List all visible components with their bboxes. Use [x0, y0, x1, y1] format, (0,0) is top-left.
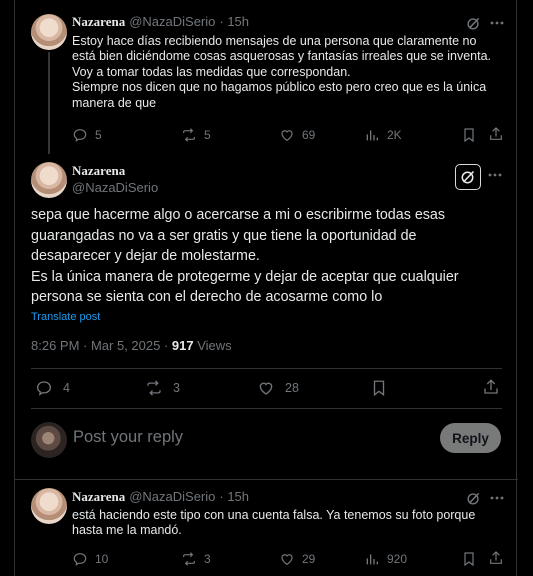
post-text-line: está haciendo este tipo con una cuenta f… — [72, 508, 476, 522]
post-text-line: hasta me la mandó. — [72, 523, 182, 538]
views-number: 917 — [171, 338, 194, 353]
post-text: está haciendo este tipo con una cuenta f… — [72, 508, 512, 539]
repost-count: 3 — [204, 552, 211, 566]
share-icon[interactable] — [488, 126, 504, 142]
repost-icon — [147, 380, 161, 396]
post-text-line: Voy a tomar todas las medidas que corres… — [72, 64, 351, 79]
translate-link[interactable]: Translate post — [31, 311, 100, 323]
views-action[interactable]: 920 — [364, 551, 407, 567]
timestamp-text[interactable]: 8:26 PM · Mar 5, 2025 · — [31, 338, 172, 353]
post-text-line: Estoy hace días recibiendo mensajes de u… — [72, 34, 477, 48]
post-text-line: Es la única manera de protegerme y dejar… — [31, 268, 459, 285]
like-count: 28 — [285, 381, 299, 395]
post-text-line: está bien diciéndome cosas asquerosas y … — [72, 49, 491, 64]
grok-icon[interactable] — [465, 490, 481, 506]
post-text: sepa que hacerme algo o acercarse a mi o… — [31, 205, 511, 308]
reply-icon — [73, 553, 87, 566]
reply-count: 4 — [63, 381, 70, 395]
author-name[interactable]: Nazarena — [72, 489, 125, 505]
reply-icon — [73, 129, 87, 142]
more-icon[interactable] — [487, 167, 503, 183]
author-handle[interactable]: @NazaDiSerio — [72, 180, 158, 195]
post-text-line: desaparecer y dejar de molestarme. — [31, 248, 260, 264]
bookmark-icon[interactable] — [370, 379, 388, 397]
views-icon — [366, 130, 378, 141]
views-icon — [366, 554, 378, 565]
views-count: 920 — [387, 552, 408, 566]
views-label: Views — [193, 338, 232, 353]
author-handle[interactable]: @NazaDiSerio — [129, 489, 215, 504]
repost-count: 5 — [204, 128, 211, 142]
reply-action[interactable]: 4 — [35, 379, 70, 397]
timeline: Nazarena @NazaDiSerio · 15h Estoy hace d… — [14, 0, 518, 576]
post-text-line: sepa que hacerme algo o acercarse a mi o… — [31, 207, 446, 223]
author-handle[interactable]: @NazaDiSerio — [129, 14, 215, 29]
like-action[interactable]: 29 — [279, 551, 315, 567]
like-count: 29 — [302, 552, 316, 566]
views-count: 2K — [387, 128, 402, 142]
reply-input[interactable]: Post your reply — [73, 428, 183, 447]
post-text-line: guarangadas no va a ser gratis y que tie… — [31, 227, 417, 244]
repost-count: 3 — [173, 381, 180, 395]
repost-action[interactable]: 3 — [145, 379, 180, 397]
more-icon[interactable] — [489, 490, 505, 506]
share-icon[interactable] — [482, 378, 500, 396]
post-text: Estoy hace días recibiendo mensajes de u… — [72, 34, 512, 111]
post-text-line: Siempre nos dicen que no hagamos público… — [72, 80, 487, 95]
post-text-line: persona se sienta con el derecho de acos… — [31, 289, 383, 305]
tweet-header: Nazarena @NazaDiSerio · 15h — [72, 14, 249, 30]
post-time[interactable]: · 15h — [219, 489, 249, 504]
divider — [31, 368, 502, 369]
author-name[interactable]: Nazarena — [72, 14, 125, 30]
share-icon[interactable] — [488, 550, 504, 566]
avatar[interactable] — [31, 14, 67, 50]
reply-count: 5 — [95, 128, 102, 142]
reply-action[interactable]: 10 — [72, 551, 108, 567]
divider — [15, 479, 518, 480]
reply-action[interactable]: 5 — [72, 127, 102, 143]
avatar[interactable] — [31, 488, 67, 524]
grok-icon[interactable] — [465, 15, 481, 31]
reply-count: 10 — [95, 552, 109, 566]
thread-line — [48, 52, 50, 154]
reply-button[interactable]: Reply — [440, 423, 501, 453]
current-user-avatar[interactable] — [31, 422, 67, 458]
repost-action[interactable]: 5 — [181, 127, 211, 143]
author-name[interactable]: Nazarena — [72, 163, 125, 179]
divider — [31, 408, 502, 409]
tweet-header: Nazarena @NazaDiSerio · 15h — [72, 489, 249, 505]
post-timestamp: 8:26 PM · Mar 5, 2025 · 917 Views — [31, 338, 232, 353]
more-icon[interactable] — [489, 15, 505, 31]
repost-icon — [183, 552, 195, 566]
reply-icon — [36, 381, 52, 396]
bookmark-icon[interactable] — [461, 551, 477, 567]
like-action[interactable]: 69 — [279, 127, 315, 143]
heart-icon — [259, 382, 273, 395]
views-action[interactable]: 2K — [364, 127, 402, 143]
avatar[interactable] — [31, 162, 67, 198]
repost-icon — [183, 128, 195, 142]
post-text-line: manera de que — [72, 95, 157, 110]
heart-icon — [281, 554, 293, 566]
grok-icon[interactable] — [455, 164, 481, 190]
repost-action[interactable]: 3 — [181, 551, 211, 567]
heart-icon — [281, 130, 293, 142]
like-action[interactable]: 28 — [257, 379, 299, 397]
bookmark-icon[interactable] — [461, 127, 477, 143]
post-time[interactable]: · 15h — [219, 14, 249, 29]
like-count: 69 — [302, 128, 316, 142]
